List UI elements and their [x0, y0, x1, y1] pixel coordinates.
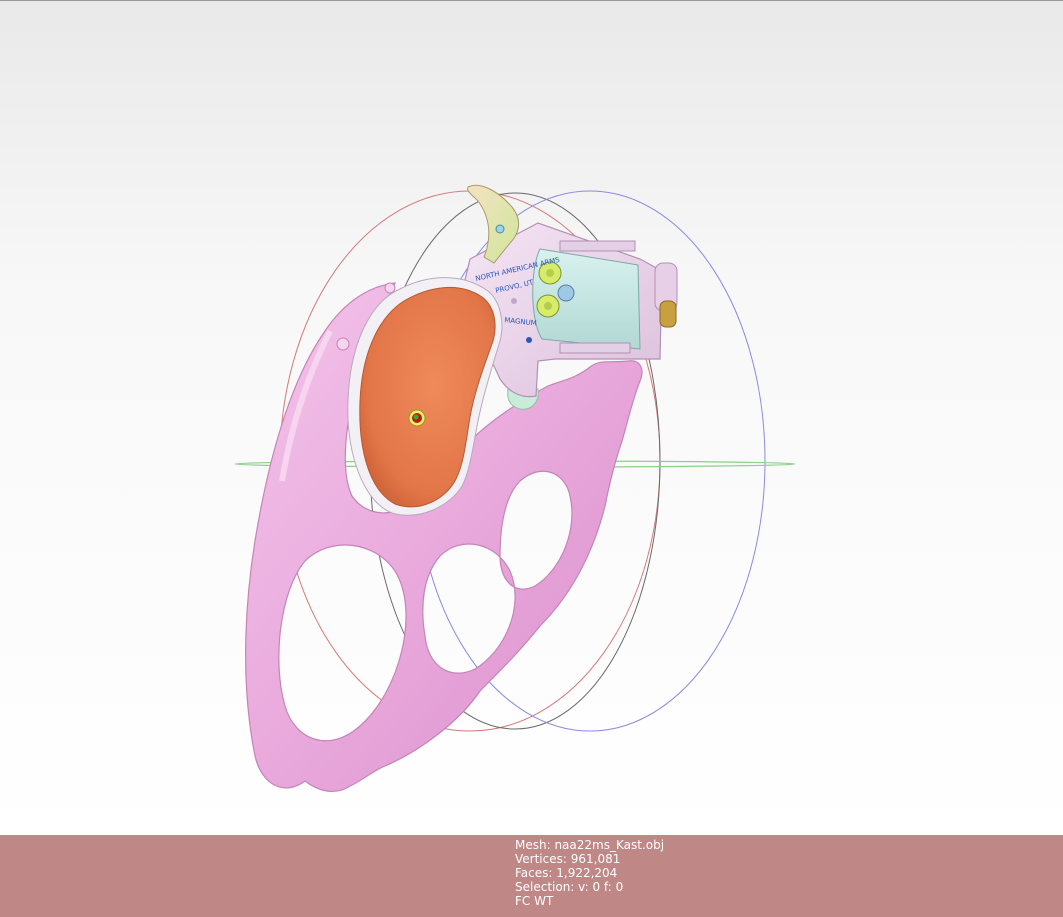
status-bar: Mesh: naa22ms_Kast.obj Vertices: 961,081… [0, 835, 1063, 917]
selection-info: Selection: v: 0 f: 0 [515, 880, 624, 894]
3d-viewport[interactable]: NORTH AMERICAN ARMS PROVO, UT 22 MAGNUM [0, 0, 1063, 835]
mesh-name: Mesh: naa22ms_Kast.obj [515, 838, 665, 852]
mesh-render[interactable]: NORTH AMERICAN ARMS PROVO, UT 22 MAGNUM [0, 1, 1063, 835]
mesh-info: Mesh: naa22ms_Kast.obj Vertices: 961,081… [515, 838, 664, 908]
face-count: Faces: 1,922,204 [515, 866, 618, 880]
vertex-count: Vertices: 961,081 [515, 852, 621, 866]
render-mode: FC WT [515, 894, 554, 908]
